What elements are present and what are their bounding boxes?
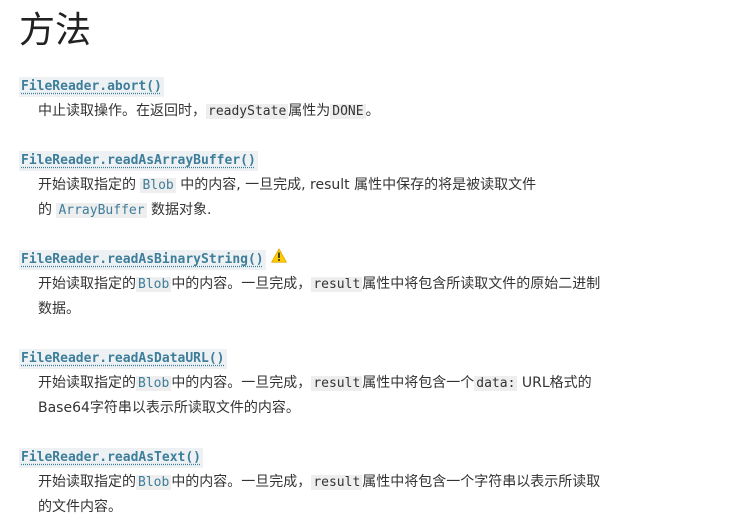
desc-text: 中的内容。一旦完成， bbox=[171, 474, 312, 490]
code-result: result bbox=[311, 475, 363, 490]
desc-text: 中止读取操作。在返回时， bbox=[38, 103, 206, 119]
warning-triangle-icon[interactable] bbox=[270, 247, 287, 267]
method-description: 中止读取操作。在返回时， readyState 属性为 DONE。 bbox=[19, 99, 688, 124]
method-readasdataurl: FileReader.readAsDataURL() 开始读取指定的 Blob 中的… bbox=[19, 347, 709, 421]
desc-text: Base64字符串以表示所读取文件的内容。 bbox=[38, 400, 300, 416]
method-readastext: FileReader.readAsText() 开始读取指定的 Blob 中的内容。… bbox=[19, 446, 709, 520]
desc-text: 开始读取指定的 bbox=[38, 177, 141, 193]
code-result: result bbox=[311, 376, 363, 391]
method-description: 开始读取指定的 Blob 中的内容。一旦完成， result 属性中将包含一个字符串以表… bbox=[19, 470, 688, 520]
method-link-readasarraybuffer[interactable]: FileReader.readAsArrayBuffer() bbox=[19, 151, 258, 171]
method-link-readasbinarystring[interactable]: FileReader.readAsBinaryString() bbox=[19, 250, 266, 270]
method-description: 开始读取指定的 Blob 中的内容。一旦完成， result 属性中将包含一个 data:… bbox=[19, 371, 688, 421]
code-link-blob[interactable]: Blob bbox=[136, 475, 172, 490]
method-readasarraybuffer: FileReader.readAsArrayBuffer() 开始读取指定的 B… bbox=[19, 149, 709, 223]
code-readystate: readyState bbox=[206, 104, 289, 119]
desc-text: 中的内容。一旦完成， bbox=[171, 375, 312, 391]
code-link-blob[interactable]: Blob bbox=[136, 376, 172, 391]
desc-text: 中的内容。一旦完成， bbox=[171, 276, 312, 292]
code-link-blob[interactable]: Blob bbox=[140, 178, 176, 193]
desc-text: 属性为 bbox=[288, 103, 331, 119]
desc-text: 开始读取指定的 bbox=[38, 474, 136, 490]
code-done: DONE bbox=[330, 104, 366, 119]
method-readasbinarystring: FileReader.readAsBinaryString() 开始读取指定的 B… bbox=[19, 247, 709, 322]
desc-text: 开始读取指定的 bbox=[38, 276, 136, 292]
desc-text: 。 bbox=[365, 103, 380, 119]
desc-text: 属性中将包含所读取文件的原始二进制 bbox=[362, 276, 601, 292]
desc-text: URL格式的 bbox=[517, 375, 592, 391]
code-result: result bbox=[311, 277, 363, 292]
method-abort: FileReader.abort() 中止读取操作。在返回时， readyStat… bbox=[19, 75, 709, 124]
code-data-scheme: data: bbox=[474, 376, 518, 391]
code-link-blob[interactable]: Blob bbox=[136, 277, 172, 292]
desc-text: 属性中将包含一个字符串以表示所读取 bbox=[362, 474, 601, 490]
method-description: 开始读取指定的 Blob 中的内容, 一旦完成, result 属性中保存的将是… bbox=[19, 173, 688, 223]
method-link-readasdataurl[interactable]: FileReader.readAsDataURL() bbox=[19, 349, 227, 369]
code-link-arraybuffer[interactable]: ArrayBuffer bbox=[56, 203, 147, 218]
desc-text: 的 bbox=[38, 202, 57, 218]
desc-text: 数据对象. bbox=[146, 202, 212, 218]
desc-text: 数据。 bbox=[38, 301, 80, 317]
method-description: 开始读取指定的 Blob 中的内容。一旦完成， result 属性中将包含所读取文件的原… bbox=[19, 272, 688, 322]
desc-text: 的文件内容。 bbox=[38, 499, 122, 515]
desc-text: 属性中将包含一个 bbox=[362, 375, 475, 391]
method-link-abort[interactable]: FileReader.abort() bbox=[19, 77, 164, 97]
method-link-readastext[interactable]: FileReader.readAsText() bbox=[19, 448, 204, 468]
desc-text: 中的内容, 一旦完成, result 属性中保存的将是被读取文件 bbox=[175, 177, 537, 193]
desc-text: 开始读取指定的 bbox=[38, 375, 136, 391]
section-heading: 方法 bbox=[19, 10, 92, 51]
